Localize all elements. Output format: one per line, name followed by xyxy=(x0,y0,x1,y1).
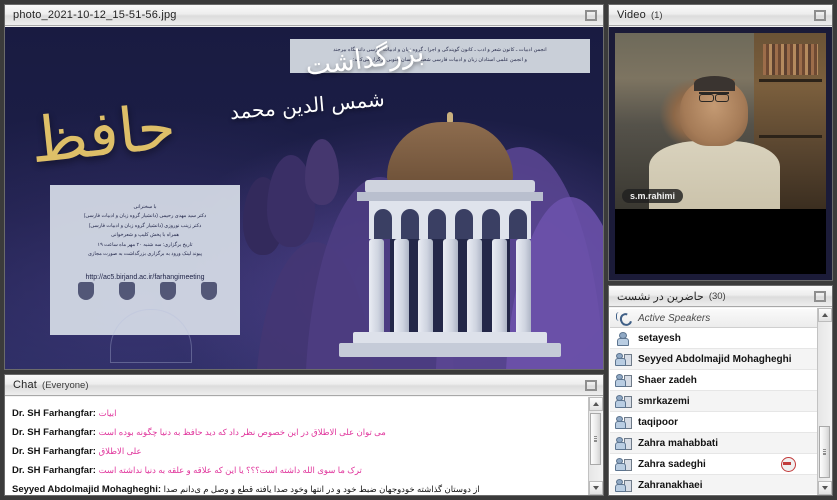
attendee-row[interactable]: smrkazemi xyxy=(610,391,818,412)
attendee-name: Zahra mahabbati xyxy=(638,437,719,449)
expand-icon[interactable] xyxy=(814,291,826,302)
attendee-name: Zahranakhaei xyxy=(638,479,703,491)
attendee-row[interactable]: Shaer zadeh xyxy=(610,370,818,391)
user-icon xyxy=(616,331,631,346)
chat-message: Dr. SH Farhangfar: می توان علی الاطلاق د… xyxy=(12,423,585,442)
attendee-rows: setayesh Seyyed Abdolmajid Mohagheghi Shae… xyxy=(610,328,818,494)
chat-message-sender: Seyyed Abdolmajid Mohagheghi: xyxy=(12,484,164,494)
chat-message: Dr. SH Farhangfar: علی الاطلاق xyxy=(12,442,585,461)
chat-scroll-down-button[interactable] xyxy=(589,481,603,495)
tomb-columns xyxy=(369,239,531,335)
attendee-name: smrkazemi xyxy=(638,395,690,407)
participant-head xyxy=(680,76,749,147)
participant-hair xyxy=(693,76,735,91)
expand-icon[interactable] xyxy=(585,10,597,21)
tomb-arches xyxy=(369,201,531,239)
attendee-row[interactable]: taqipoor xyxy=(610,412,818,433)
hafez-tomb-illustration xyxy=(335,112,565,362)
attendee-count-label: (30) xyxy=(708,290,726,302)
chat-message-sender: Dr. SH Farhangfar: xyxy=(12,465,99,476)
chat-message-sender: Dr. SH Farhangfar: xyxy=(12,446,99,457)
poster-logos xyxy=(65,277,230,305)
chat-message-sender: Dr. SH Farhangfar: xyxy=(12,427,99,438)
chat-message-list: Dr. SH Farhangfar: ابیات Dr. SH Farhangfa… xyxy=(6,398,589,494)
chat-message: Dr. SH Farhangfar: ابیات xyxy=(12,404,585,423)
video-pod: Video (1) s.m.rahimi xyxy=(608,4,833,281)
expand-icon[interactable] xyxy=(585,380,597,391)
attendee-row[interactable]: Zahra sadeghi xyxy=(610,454,818,475)
user-webcam-icon xyxy=(615,478,632,492)
share-pod: photo_2021-10-12_15-51-56.jpg انجمن ادبی… xyxy=(4,4,604,370)
attendee-scroll-up-button[interactable] xyxy=(818,308,832,322)
chat-message-text: ابیات xyxy=(98,408,117,418)
attendee-scrollbar[interactable] xyxy=(817,308,832,495)
user-webcam-icon xyxy=(615,457,632,471)
share-pod-title: photo_2021-10-12_15-51-56.jpg xyxy=(13,9,177,21)
attendee-row[interactable]: setayesh xyxy=(610,328,818,349)
attendee-group-label: Active Speakers xyxy=(638,312,711,324)
chat-message: Seyyed Abdolmajid Mohagheghi: از دوستان … xyxy=(12,480,585,494)
background-books xyxy=(762,43,818,76)
share-pod-header: photo_2021-10-12_15-51-56.jpg xyxy=(5,5,603,26)
hafez-commemoration-poster: انجمن ادبیات ـ کانون شعر و ادب ـ کانون گ… xyxy=(5,27,603,369)
user-webcam-icon xyxy=(615,436,632,450)
user-webcam-icon xyxy=(615,352,632,366)
poster-info-text: با سخنرانی دکتر سید مهدی رحیمی (دانشیار … xyxy=(83,203,207,258)
poster-headline-hafez: حافظ xyxy=(26,89,180,178)
chat-message-text: علی الاطلاق xyxy=(98,446,142,456)
attendee-scroll-down-button[interactable] xyxy=(818,481,832,495)
attendee-name: Shaer zadeh xyxy=(638,374,697,386)
mute-status-icon[interactable] xyxy=(781,457,796,472)
attendee-row[interactable]: Zahra mahabbati xyxy=(610,433,818,454)
video-pod-title: Video xyxy=(617,9,646,21)
attendee-group-active-speakers[interactable]: Active Speakers xyxy=(610,309,818,328)
chat-scroll-up-button[interactable] xyxy=(589,397,603,411)
shared-image-area[interactable]: انجمن ادبیات ـ کانون شعر و ادب ـ کانون گ… xyxy=(5,27,603,369)
chat-message: Dr. SH Farhangfar: ترک ما سوی الله داشته… xyxy=(12,461,585,480)
attendee-pod-header: حاضرین در نشست (30) xyxy=(609,286,832,307)
chat-message-text: ترک ما سوی الله داشته است؟؟؟ یا این که ع… xyxy=(98,465,362,475)
phone-icon xyxy=(616,311,632,325)
webcam-feed: s.m.rahimi xyxy=(615,33,826,209)
chat-message-area[interactable]: Dr. SH Farhangfar: ابیات Dr. SH Farhangfa… xyxy=(5,397,603,495)
chat-scrollbar[interactable] xyxy=(588,397,603,495)
attendee-name: Zahra sadeghi xyxy=(638,458,706,470)
video-frame[interactable]: s.m.rahimi xyxy=(615,33,826,274)
tomb-dome xyxy=(387,122,513,184)
attendee-scroll-region: Active Speakers setayesh Seyyed Abdolmaji… xyxy=(610,309,818,494)
attendee-list-area[interactable]: Active Speakers setayesh Seyyed Abdolmaji… xyxy=(609,308,832,495)
video-pod-header: Video (1) xyxy=(609,5,832,26)
chat-message-text: می توان علی الاطلاق در این خصوص نظر داد … xyxy=(98,427,386,437)
attendee-name: taqipoor xyxy=(638,416,678,428)
attendee-pod-title: حاضرین در نشست xyxy=(617,290,704,303)
user-webcam-icon xyxy=(615,373,632,387)
expand-icon[interactable] xyxy=(814,10,826,21)
attendee-row[interactable]: Seyyed Abdolmajid Mohagheghi xyxy=(610,349,818,370)
attendee-name: Seyyed Abdolmajid Mohagheghi xyxy=(638,353,792,365)
poster-tree-3 xyxy=(305,139,339,205)
chat-pod-title: Chat xyxy=(13,379,38,391)
chat-message-text: از دوستان گذاشته خودوجهان ضبط خود و در ا… xyxy=(163,484,480,494)
participant-glasses xyxy=(699,92,730,103)
chat-pod-header: Chat (Everyone) xyxy=(5,375,603,396)
tomb-roof-band-2 xyxy=(357,192,543,201)
attendee-row[interactable]: Zahranakhaei xyxy=(610,475,818,494)
video-area[interactable]: s.m.rahimi xyxy=(609,27,832,280)
attendee-scroll-thumb[interactable] xyxy=(819,426,830,478)
chat-scroll-thumb[interactable] xyxy=(590,413,601,465)
attendee-name: setayesh xyxy=(638,332,681,344)
tomb-platform xyxy=(339,343,561,357)
chat-pod: Chat (Everyone) Dr. SH Farhangfar: ابیات… xyxy=(4,374,604,496)
chat-message-sender: Dr. SH Farhangfar: xyxy=(12,408,99,419)
meeting-window: photo_2021-10-12_15-51-56.jpg انجمن ادبی… xyxy=(0,0,837,500)
video-count-label: (1) xyxy=(650,9,663,21)
user-webcam-icon xyxy=(615,415,632,429)
chat-scope-label: (Everyone) xyxy=(42,379,89,391)
user-webcam-icon xyxy=(615,394,632,408)
video-name-badge: s.m.rahimi xyxy=(622,188,684,203)
attendee-pod: حاضرین در نشست (30) Active Speakers seta… xyxy=(608,285,833,496)
